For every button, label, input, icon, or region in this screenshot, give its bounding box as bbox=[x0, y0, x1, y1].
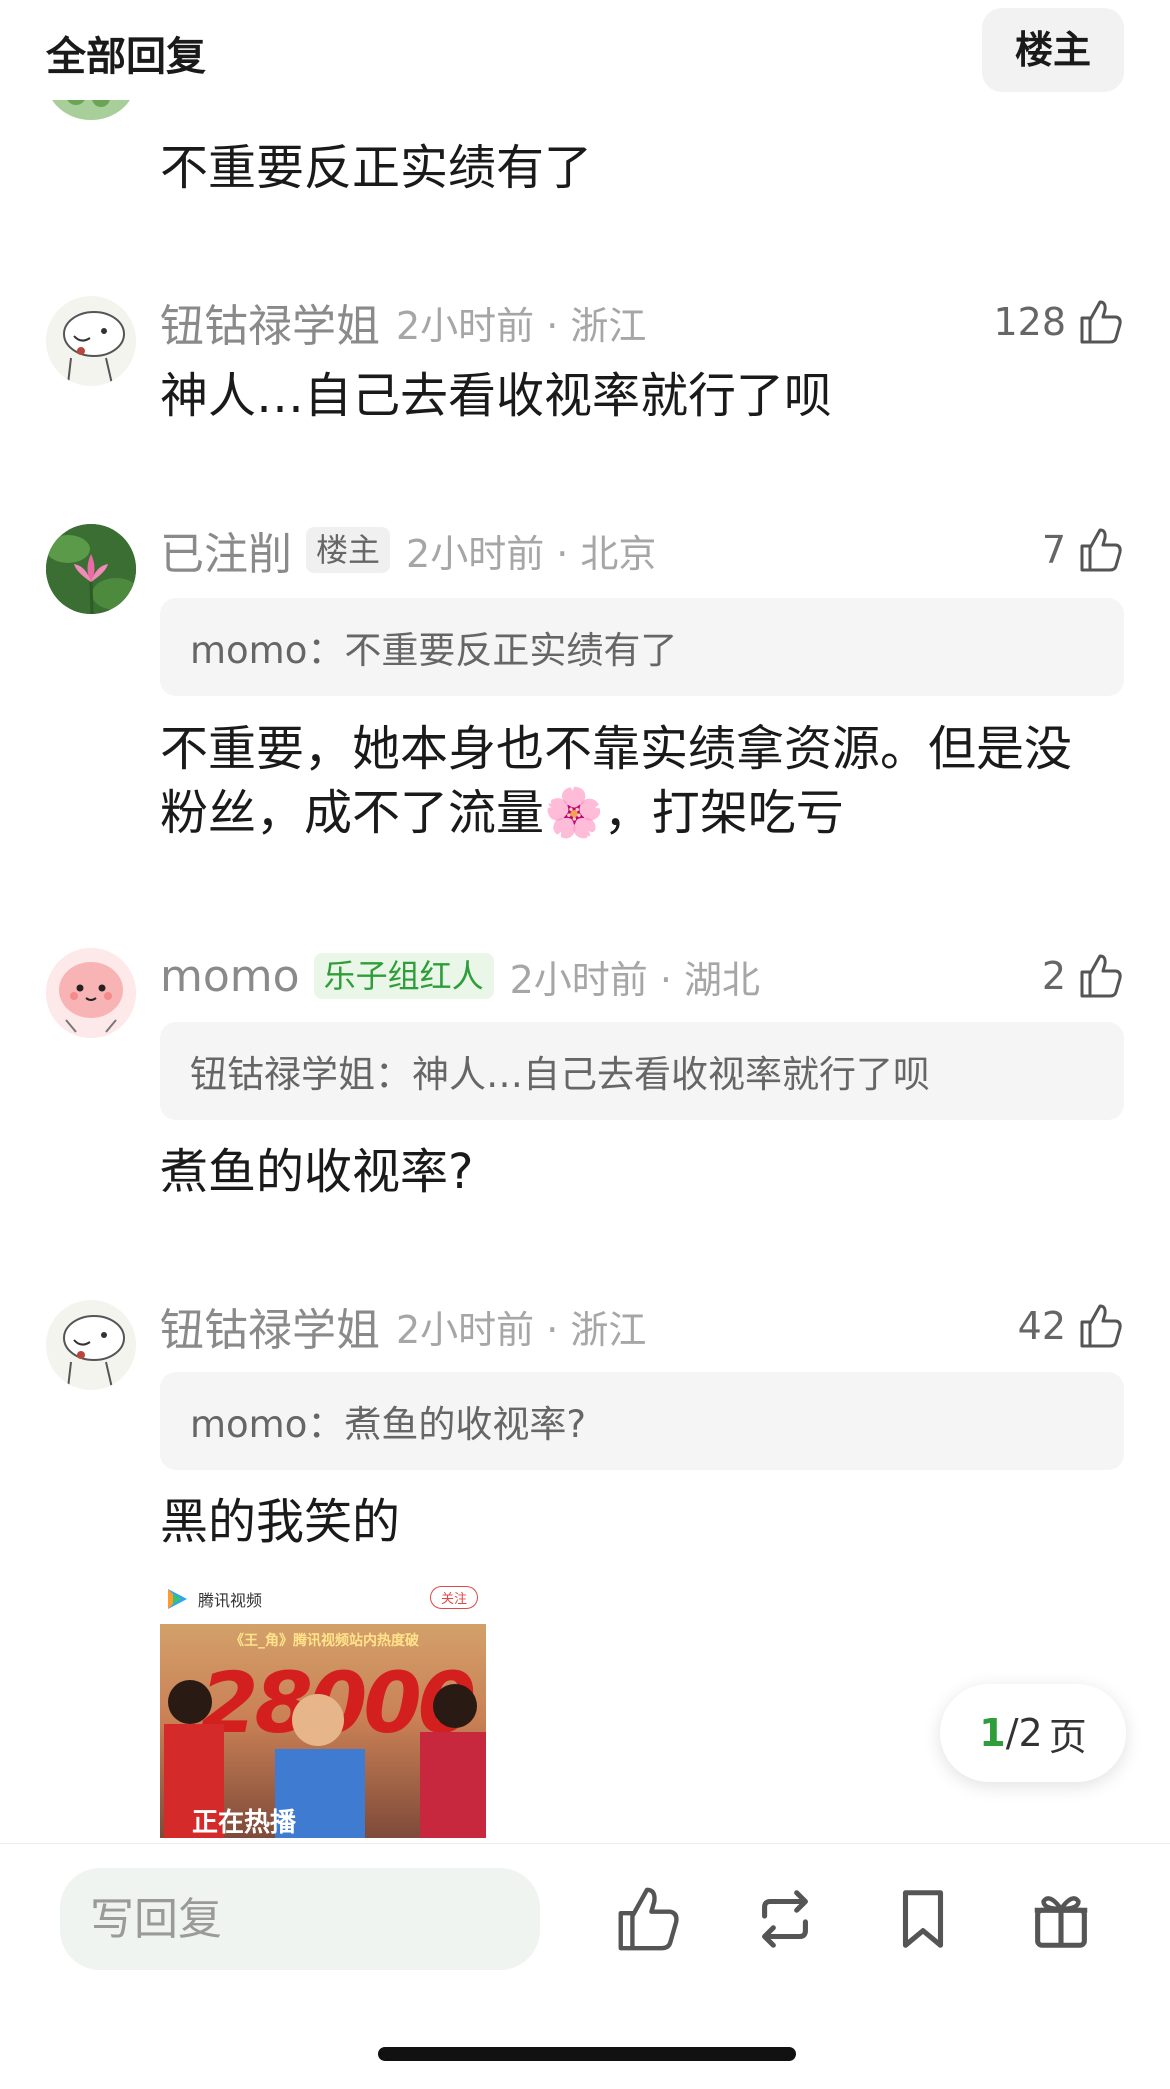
comment-text: 黑的我笑的 bbox=[160, 1494, 401, 1550]
comment-header: 已注削 楼主 2小时前 · 北京 bbox=[160, 520, 656, 580]
like-button[interactable]: 128 bbox=[993, 292, 1124, 352]
page-indicator[interactable]: 1/2 页 bbox=[940, 1684, 1126, 1782]
comment-header: 钮钴禄学姐 2小时前 · 浙江 bbox=[160, 292, 646, 352]
avatar[interactable] bbox=[46, 296, 136, 386]
like-count: 7 bbox=[1041, 528, 1066, 572]
app-name: 腾讯视频 bbox=[198, 1591, 263, 1610]
comment-text-line: 粉丝，成不了流量🌸，打架吃亏 bbox=[160, 784, 1100, 842]
page-current: 1 bbox=[979, 1711, 1006, 1755]
avatar[interactable] bbox=[46, 524, 136, 614]
comment-header: momo 乐子组红人 2小时前 · 湖北 bbox=[160, 946, 760, 1006]
comment-header: 钮钴禄学姐 2小时前 · 浙江 bbox=[160, 1296, 646, 1356]
reply-input[interactable] bbox=[60, 1868, 540, 1970]
like-icon[interactable] bbox=[612, 1884, 682, 1954]
poster-image: 《王_角》腾讯视频站内热度破 28000 正在热播 bbox=[160, 1624, 486, 1838]
avatar[interactable] bbox=[46, 1300, 136, 1390]
comment-meta: 2小时前 · 浙江 bbox=[396, 303, 647, 348]
op-only-filter-button[interactable]: 楼主 bbox=[982, 8, 1124, 92]
comment-text-segment: ，打架吃亏 bbox=[603, 785, 844, 841]
tencent-video-logo-icon bbox=[168, 1589, 187, 1609]
username[interactable]: 钮钴禄学姐 bbox=[160, 290, 380, 354]
page-title: 全部回复 bbox=[46, 34, 206, 80]
follow-badge: 关注 bbox=[429, 1586, 478, 1609]
avatar[interactable] bbox=[46, 948, 136, 1038]
pink-mascot-avatar-icon bbox=[46, 948, 136, 1038]
comment-text: 不重要反正实绩有了 bbox=[160, 140, 593, 196]
header-bar: 全部回复 楼主 bbox=[0, 0, 1170, 100]
username[interactable]: 钮钴禄学姐 bbox=[160, 1294, 380, 1358]
like-count: 128 bbox=[993, 300, 1066, 344]
page-unit: 页 bbox=[1048, 1714, 1087, 1759]
cartoon-avatar-icon bbox=[46, 1300, 136, 1390]
comment-text-segment: 粉丝，成不了流量 bbox=[160, 785, 545, 841]
lotus-avatar-icon bbox=[46, 524, 136, 614]
comment-text: 神人…自己去看收视率就行了呗 bbox=[160, 368, 833, 424]
page-total: /2 bbox=[1005, 1711, 1043, 1755]
like-button[interactable]: 7 bbox=[1042, 520, 1124, 580]
username[interactable]: momo bbox=[160, 951, 300, 1002]
bookmark-icon[interactable] bbox=[888, 1884, 958, 1954]
gift-icon[interactable] bbox=[1026, 1884, 1096, 1954]
fan-group-badge: 乐子组红人 bbox=[313, 953, 494, 999]
comment-text: 不重要，她本身也不靠实绩拿资源。但是没 粉丝，成不了流量🌸，打架吃亏 bbox=[160, 720, 1100, 842]
cartoon-avatar-icon bbox=[46, 296, 136, 386]
like-button[interactable]: 42 bbox=[1018, 1296, 1124, 1356]
quoted-reply[interactable]: momo：不重要反正实绩有了 bbox=[160, 598, 1124, 696]
comment-text-line: 不重要，她本身也不靠实绩拿资源。但是没 bbox=[160, 721, 1073, 777]
thumbs-up-icon bbox=[1080, 954, 1122, 998]
comment-meta: 2小时前 · 湖北 bbox=[509, 957, 760, 1002]
thumbs-up-icon bbox=[1080, 1304, 1122, 1348]
comment-text: 煮鱼的收视率? bbox=[160, 1144, 474, 1200]
thumbs-up-icon bbox=[1080, 300, 1122, 344]
comment-meta: 2小时前 · 北京 bbox=[406, 531, 657, 576]
like-button[interactable]: 2 bbox=[1042, 946, 1124, 1006]
thumbs-up-icon bbox=[1080, 528, 1122, 572]
poster-caption: 正在热播 bbox=[192, 1808, 297, 1838]
home-indicator bbox=[378, 2047, 796, 2061]
repost-icon[interactable] bbox=[750, 1884, 820, 1954]
quoted-reply[interactable]: 钮钴禄学姐：神人…自己去看收视率就行了呗 bbox=[160, 1022, 1124, 1120]
op-badge: 楼主 bbox=[306, 527, 391, 573]
comment-meta: 2小时前 · 浙江 bbox=[396, 1307, 647, 1352]
bottom-action-bar bbox=[0, 1843, 1170, 2089]
username[interactable]: 已注削 bbox=[160, 518, 292, 582]
flower-emoji: 🌸 bbox=[544, 785, 604, 841]
like-count: 2 bbox=[1041, 954, 1066, 998]
attached-image[interactable]: 腾讯视频 关注 《王_角》腾讯视频站内热度破 28000 正在热播 bbox=[160, 1578, 486, 1838]
quoted-reply[interactable]: momo：煮鱼的收视率? bbox=[160, 1372, 1124, 1470]
like-count: 42 bbox=[1017, 1304, 1066, 1348]
